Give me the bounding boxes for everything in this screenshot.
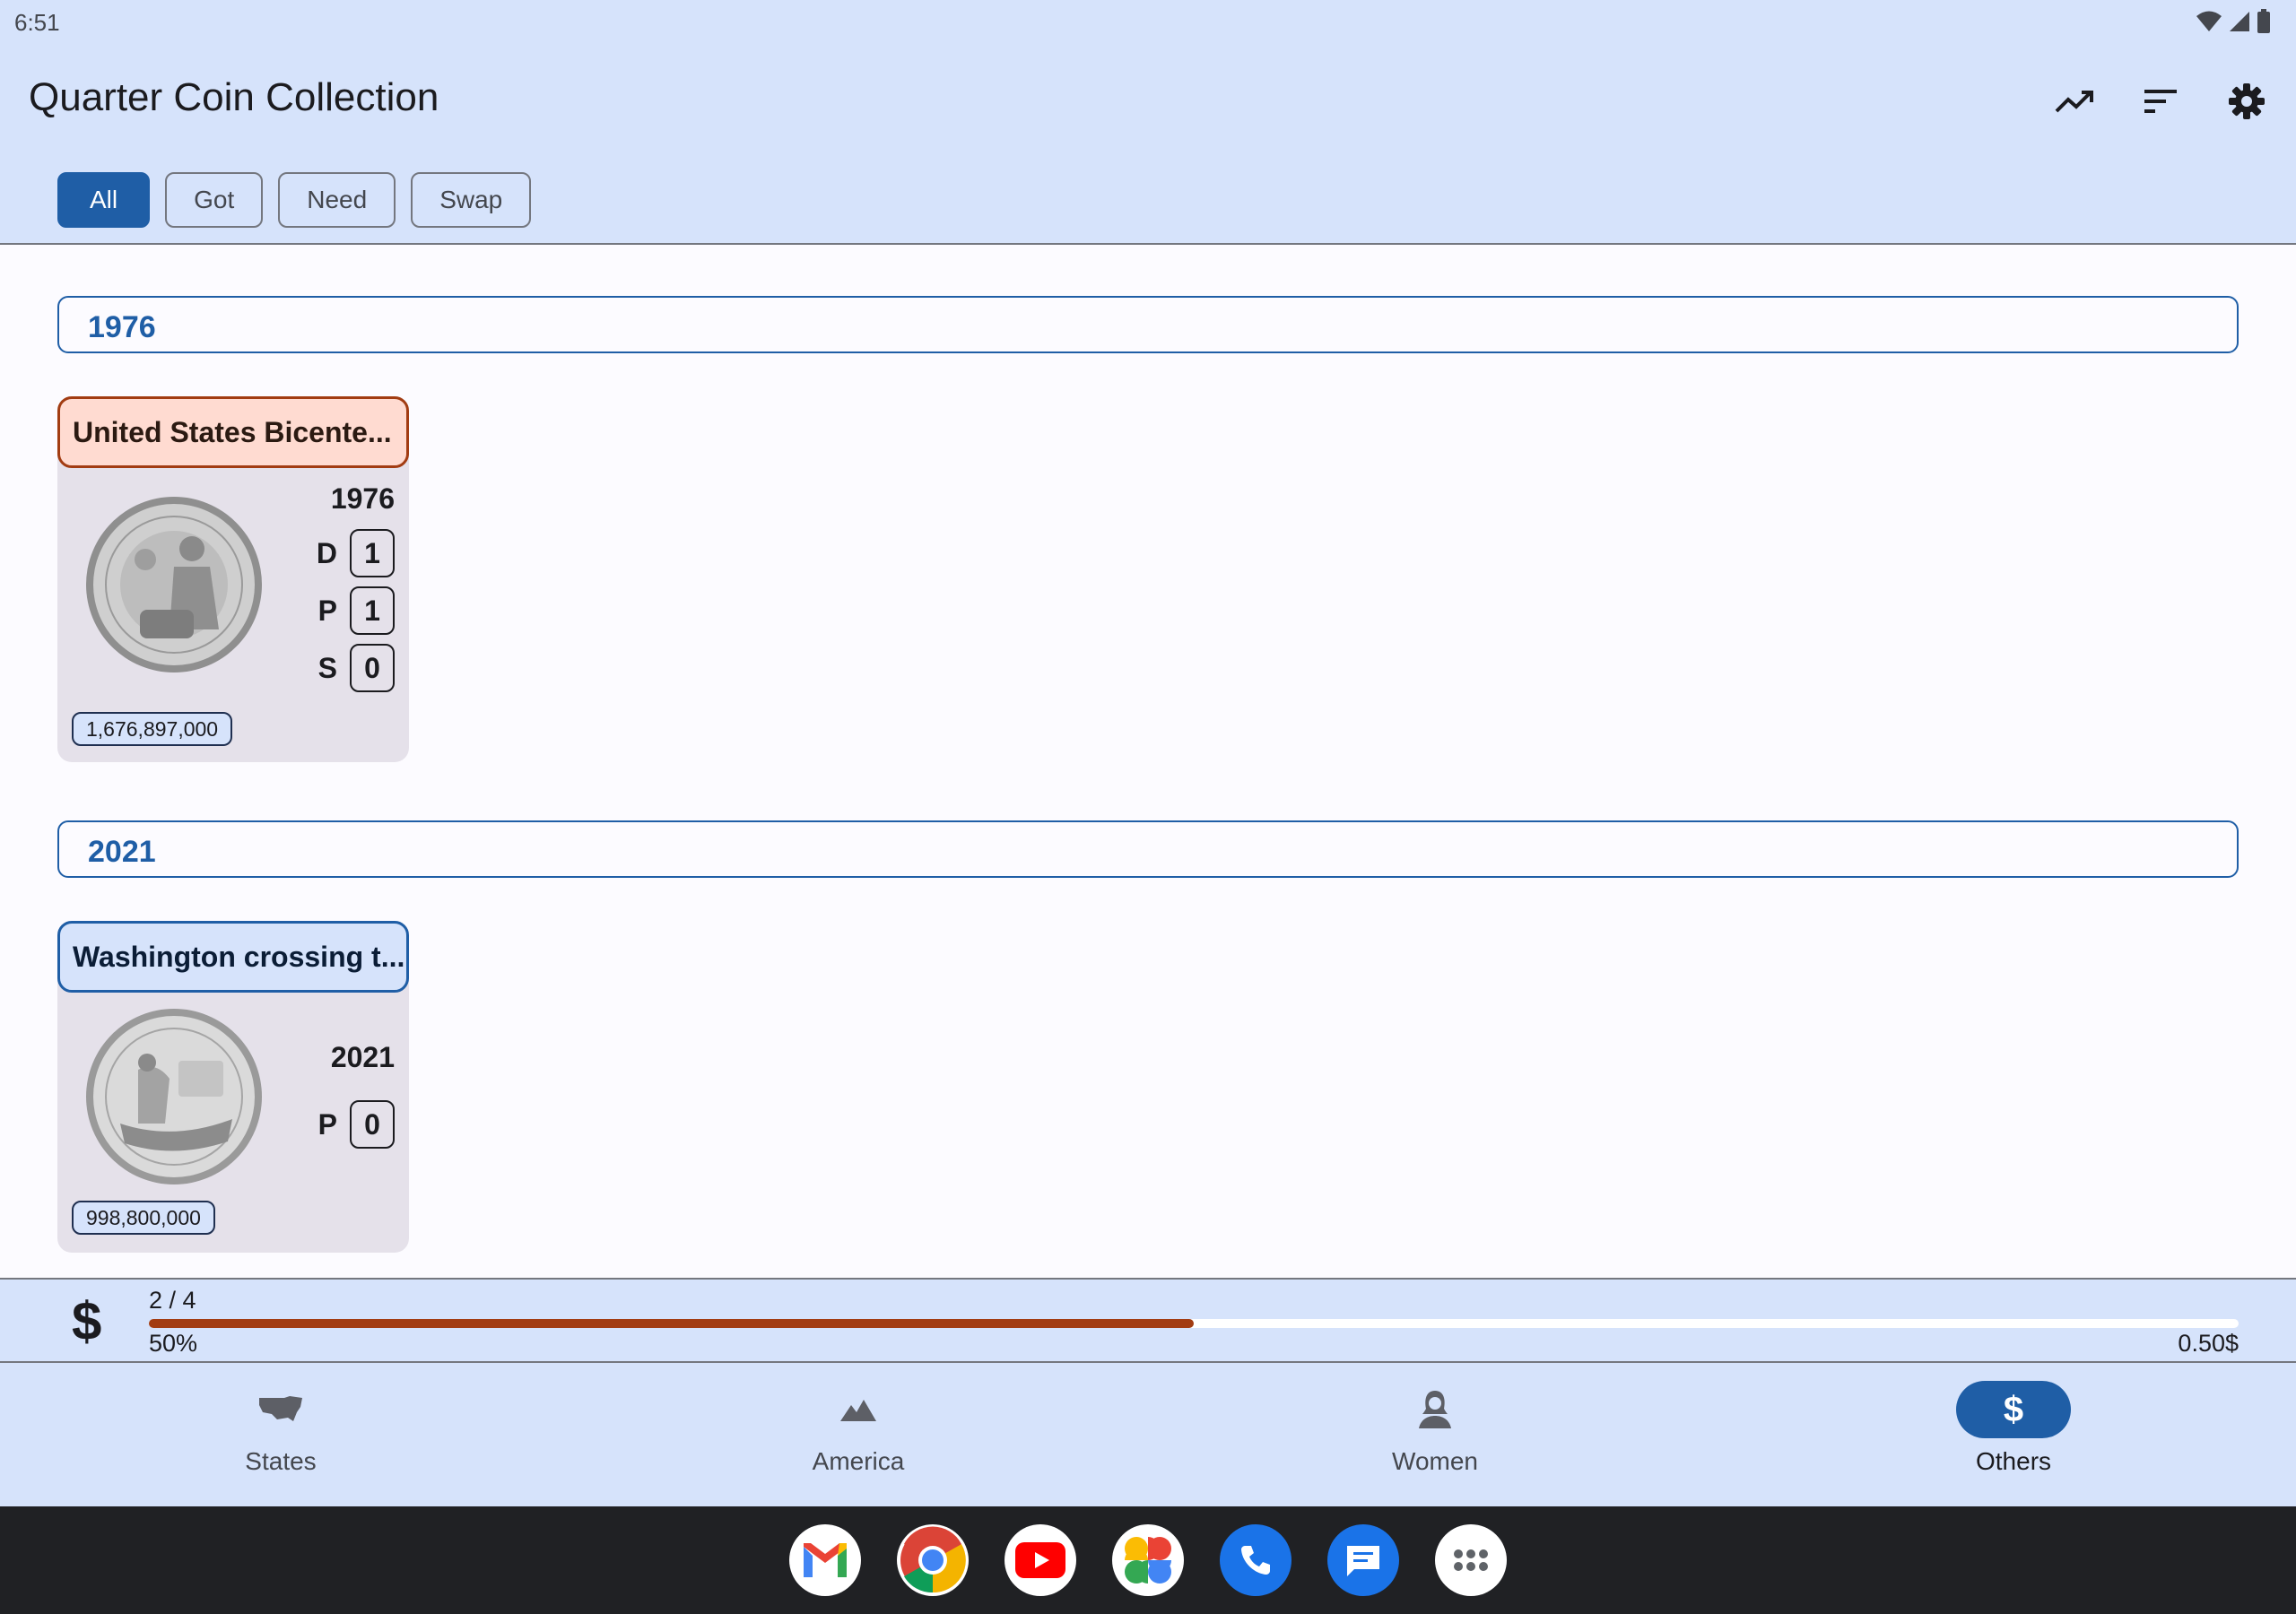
mint-row-p: P 0 <box>318 1100 395 1149</box>
gmail-icon <box>804 1543 847 1577</box>
collection-progress: $ 2 / 4 50% 0.50$ <box>0 1278 2296 1363</box>
wifi-icon <box>2196 11 2222 31</box>
nav-icon-container <box>1378 1381 1492 1438</box>
filter-got-chip[interactable]: Got <box>165 172 264 228</box>
year-header-1976[interactable]: 1976 <box>57 296 2239 353</box>
progress-fill <box>149 1319 1194 1328</box>
app-bar: Quarter Coin Collection All Got Need Swa… <box>0 45 2296 245</box>
gear-icon <box>2229 83 2265 119</box>
mintage-badge: 998,800,000 <box>72 1201 215 1235</box>
mint-mark: P <box>317 594 337 627</box>
photos-app[interactable] <box>1112 1524 1184 1596</box>
nav-women[interactable]: Women <box>1256 1381 1614 1476</box>
nav-label: America <box>812 1447 905 1475</box>
photos-icon <box>1125 1537 1171 1584</box>
taskbar <box>0 1506 2296 1614</box>
chrome-app[interactable] <box>897 1524 969 1596</box>
mint-count[interactable]: 1 <box>350 529 395 577</box>
messages-icon <box>1347 1546 1379 1576</box>
sort-button[interactable] <box>2138 79 2183 124</box>
sort-icon <box>2144 90 2177 113</box>
nav-label: States <box>245 1447 317 1475</box>
mint-mark: S <box>317 651 337 684</box>
phone-app[interactable] <box>1220 1524 1292 1596</box>
coin-card-title: United States Bicente... <box>57 396 409 468</box>
usa-map-icon <box>259 1396 302 1421</box>
nav-america[interactable]: America <box>679 1381 1038 1476</box>
gmail-app[interactable] <box>789 1524 861 1596</box>
signal-icon <box>2230 12 2249 31</box>
chrome-icon <box>900 1526 966 1593</box>
coin-card[interactable]: United States Bicente... 1976 D 1 P 1 S … <box>57 396 409 762</box>
mint-row-p: P 1 <box>318 586 395 635</box>
system-icons <box>2196 9 2271 34</box>
bottom-navigation: States America Women $ Others <box>0 1363 2296 1506</box>
mint-row-s: S 0 <box>318 644 395 692</box>
woman-icon <box>1419 1391 1451 1428</box>
mint-row-d: D 1 <box>317 529 395 577</box>
nav-icon-container: $ <box>1956 1381 2071 1438</box>
coin-list[interactable]: 1976 United States Bicente... 1976 D 1 P… <box>0 247 2296 1278</box>
coin-card-title: Washington crossing t... <box>57 921 409 993</box>
filter-need-chip[interactable]: Need <box>278 172 396 228</box>
progress-value: 0.50$ <box>2178 1330 2239 1357</box>
coin-year: 2021 <box>330 1041 395 1073</box>
nav-icon-container <box>801 1381 916 1438</box>
battery-icon <box>2257 9 2270 33</box>
mountains-icon <box>840 1400 876 1421</box>
dollar-icon: $ <box>2003 1389 2024 1429</box>
coin-year: 1976 <box>330 482 395 515</box>
year-header-label: 2021 <box>88 835 156 869</box>
mintage-badge: 1,676,897,000 <box>72 712 233 746</box>
mint-mark: P <box>317 1107 337 1141</box>
status-bar: 6:51 <box>0 0 2296 45</box>
filter-swap-chip[interactable]: Swap <box>411 172 532 228</box>
filter-chips: All Got Need Swap <box>57 172 532 228</box>
youtube-icon <box>1015 1542 1065 1578</box>
app-actions <box>2052 79 2269 124</box>
messages-app[interactable] <box>1327 1524 1399 1596</box>
statistics-button[interactable] <box>2052 79 2097 124</box>
year-header-2021[interactable]: 2021 <box>57 820 2239 878</box>
page-title: Quarter Coin Collection <box>29 75 439 119</box>
nav-label: Others <box>1975 1447 2052 1475</box>
status-time: 6:51 <box>14 9 60 36</box>
youtube-app[interactable] <box>1004 1524 1076 1596</box>
phone-icon <box>1241 1546 1270 1575</box>
mint-count[interactable]: 0 <box>350 1100 395 1149</box>
progress-percent: 50% <box>149 1330 198 1357</box>
filter-all-chip[interactable]: All <box>57 172 151 228</box>
year-header-label: 1976 <box>88 310 156 344</box>
bicentennial-quarter-image <box>86 497 262 672</box>
dollar-icon: $ <box>72 1291 102 1351</box>
nav-others[interactable]: $ Others <box>1834 1381 2193 1476</box>
nav-icon-container <box>223 1381 338 1438</box>
washington-crossing-quarter-image <box>86 1009 262 1184</box>
settings-button[interactable] <box>2224 79 2269 124</box>
mint-mark: D <box>316 536 337 569</box>
nav-states[interactable]: States <box>101 1381 460 1476</box>
progress-track <box>149 1319 2239 1328</box>
trending-up-icon <box>2055 91 2093 113</box>
app-drawer-button[interactable] <box>1435 1524 1507 1596</box>
nav-label: Women <box>1392 1447 1478 1475</box>
progress-count: 2 / 4 <box>149 1287 196 1314</box>
coin-card[interactable]: Washington crossing t... 2021 P 0 998,80… <box>57 921 409 1253</box>
mint-count[interactable]: 0 <box>350 644 395 692</box>
app-drawer-icon <box>1454 1549 1488 1571</box>
mint-count[interactable]: 1 <box>350 586 395 635</box>
